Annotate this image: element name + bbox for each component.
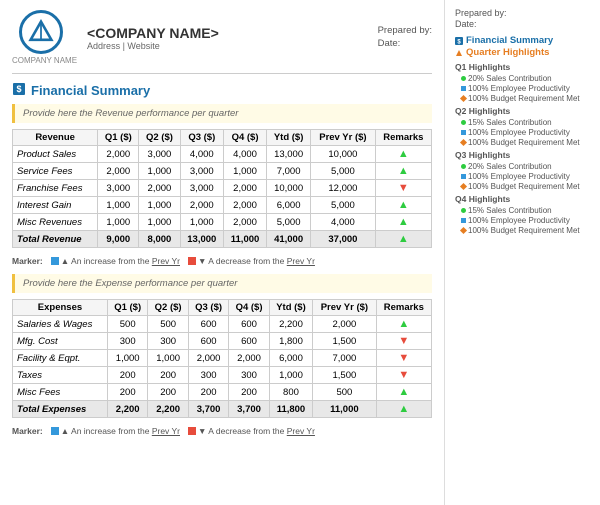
arrow-up-icon: ▲: [398, 318, 409, 330]
expense-table-container: Expenses Q1 ($) Q2 ($) Q3 ($) Q4 ($) Ytd…: [12, 299, 432, 423]
marker-decrease-text: ▼ A decrease from the Prev Yr: [198, 256, 315, 266]
exp-marker-decrease: ▼ A decrease from the Prev Yr: [188, 426, 315, 436]
col-q4: Q4 ($): [224, 130, 267, 146]
prepared-block: Prepared by: Date:: [378, 25, 432, 51]
exp-marker-red-square: [188, 427, 196, 435]
rp-q4-item1: 15% Sales Contribution: [461, 206, 590, 215]
exp-marker-label: Marker:: [12, 426, 43, 436]
exp-marker-increase: ▲ An increase from the Prev Yr: [51, 426, 180, 436]
rp-q1-item3: 100% Budget Requirement Met: [461, 94, 590, 103]
rp-q2-item1: 15% Sales Contribution: [461, 118, 590, 127]
rp-q1-item1: 20% Sales Contribution: [461, 74, 590, 83]
rp-quarter-highlights-link[interactable]: Quarter Highlights: [455, 47, 590, 58]
arrow-up-icon: ▲: [398, 148, 409, 160]
rp-q3-item3: 100% Budget Requirement Met: [461, 182, 590, 191]
total-row: Total Revenue9,0008,00013,00011,00041,00…: [13, 231, 432, 248]
table-row: Misc Revenues1,0001,0001,0002,0005,0004,…: [13, 214, 432, 231]
marker-increase-text: ▲ An increase from the Prev Yr: [61, 256, 180, 266]
revenue-marker: Marker: ▲ An increase from the Prev Yr ▼…: [12, 256, 432, 266]
section-title-text: Financial Summary: [31, 83, 150, 98]
arrow-down-icon: ▼: [398, 182, 409, 194]
rp-q2-title: Q2 Highlights: [455, 106, 590, 116]
exp-col-remarks: Remarks: [376, 300, 431, 316]
exp-marker-decrease-text: ▼ A decrease from the Prev Yr: [198, 426, 315, 436]
rp-date: Date:: [455, 19, 590, 29]
expense-marker: Marker: ▲ An increase from the Prev Yr ▼…: [12, 426, 432, 436]
arrow-up-icon: ▲: [398, 165, 409, 177]
exp-col-q4: Q4 ($): [229, 300, 269, 316]
col-prevyr: Prev Yr ($): [311, 130, 376, 146]
rp-q3-item1: 20% Sales Contribution: [461, 162, 590, 171]
left-panel: COMPANY NAME <COMPANY NAME> Address | We…: [0, 0, 445, 505]
rp-q1-item2: 100% Employee Productivity: [461, 84, 590, 93]
col-remarks: Remarks: [375, 130, 431, 146]
total-row: Total Expenses2,2002,2003,7003,70011,800…: [13, 401, 432, 418]
col-revenue: Revenue: [13, 130, 98, 146]
header: COMPANY NAME <COMPANY NAME> Address | We…: [12, 10, 432, 74]
prepared-by-label: Prepared by:: [378, 25, 432, 36]
rp-q4-item3: 100% Budget Requirement Met: [461, 226, 590, 235]
arrow-up-icon: ▲: [398, 199, 409, 211]
expense-note: Provide here the Expense performance per…: [12, 274, 432, 293]
exp-col-name: Expenses: [13, 300, 108, 316]
table-row: Salaries & Wages5005006006002,2002,000▲: [13, 316, 432, 333]
exp-col-prevyr: Prev Yr ($): [313, 300, 376, 316]
arrow-up-icon: ▲: [398, 233, 409, 245]
company-info: <COMPANY NAME> Address | Website: [87, 25, 378, 51]
financial-summary-icon: $: [12, 82, 26, 99]
revenue-table: Revenue Q1 ($) Q2 ($) Q3 ($) Q4 ($) Ytd …: [12, 129, 432, 248]
marker-decrease: ▼ A decrease from the Prev Yr: [188, 256, 315, 266]
rp-financial-summary-link[interactable]: $ Financial Summary: [455, 35, 590, 46]
col-q1: Q1 ($): [98, 130, 139, 146]
arrow-down-icon: ▼: [398, 335, 409, 347]
marker-blue-square: [51, 257, 59, 265]
right-panel: Prepared by: Date: $ Financial Summary Q…: [445, 0, 600, 505]
company-name: <COMPANY NAME>: [87, 25, 378, 41]
table-row: Franchise Fees3,0002,0003,0002,00010,000…: [13, 180, 432, 197]
rp-q2-item2: 100% Employee Productivity: [461, 128, 590, 137]
marker-label: Marker:: [12, 256, 43, 266]
table-row: Service Fees2,0001,0003,0001,0007,0005,0…: [13, 163, 432, 180]
arrow-up-icon: ▲: [398, 403, 409, 415]
company-address: Address | Website: [87, 41, 378, 51]
rp-prepared-by: Prepared by:: [455, 8, 590, 18]
table-row: Interest Gain1,0001,0002,0002,0006,0005,…: [13, 197, 432, 214]
arrow-down-icon: ▼: [398, 352, 409, 364]
col-ytd: Ytd ($): [267, 130, 311, 146]
exp-marker-increase-text: ▲ An increase from the Prev Yr: [61, 426, 180, 436]
arrow-up-icon: ▲: [398, 386, 409, 398]
exp-col-q3: Q3 ($): [188, 300, 228, 316]
table-row: Taxes2002003003001,0001,500▼: [13, 367, 432, 384]
marker-red-square: [188, 257, 196, 265]
rp-q4-item2: 100% Employee Productivity: [461, 216, 590, 225]
arrow-down-icon: ▼: [398, 369, 409, 381]
exp-col-ytd: Ytd ($): [269, 300, 312, 316]
col-q3: Q3 ($): [180, 130, 224, 146]
arrow-up-icon: ▲: [398, 216, 409, 228]
marker-increase: ▲ An increase from the Prev Yr: [51, 256, 180, 266]
table-row: Mfg. Cost3003006006001,8001,500▼: [13, 333, 432, 350]
rp-q2-item3: 100% Budget Requirement Met: [461, 138, 590, 147]
section-title: $ Financial Summary: [12, 82, 432, 99]
exp-col-q2: Q2 ($): [148, 300, 188, 316]
revenue-note: Provide here the Revenue performance per…: [12, 104, 432, 123]
table-row: Product Sales2,0003,0004,0004,00013,0001…: [13, 146, 432, 163]
table-row: Facility & Eqpt.1,0001,0002,0002,0006,00…: [13, 350, 432, 367]
exp-col-q1: Q1 ($): [107, 300, 147, 316]
col-q2: Q2 ($): [139, 130, 180, 146]
exp-marker-blue-square: [51, 427, 59, 435]
table-row: Misc Fees200200200200800500▲: [13, 384, 432, 401]
expense-table: Expenses Q1 ($) Q2 ($) Q3 ($) Q4 ($) Ytd…: [12, 299, 432, 418]
rp-q3-item2: 100% Employee Productivity: [461, 172, 590, 181]
revenue-table-container: Revenue Q1 ($) Q2 ($) Q3 ($) Q4 ($) Ytd …: [12, 129, 432, 253]
rp-q1-title: Q1 Highlights: [455, 62, 590, 72]
date-label: Date:: [378, 38, 432, 49]
rp-q3-title: Q3 Highlights: [455, 150, 590, 160]
company-label: COMPANY NAME: [12, 56, 77, 65]
company-logo: [19, 10, 63, 54]
rp-q4-title: Q4 Highlights: [455, 194, 590, 204]
svg-text:$: $: [16, 84, 21, 94]
